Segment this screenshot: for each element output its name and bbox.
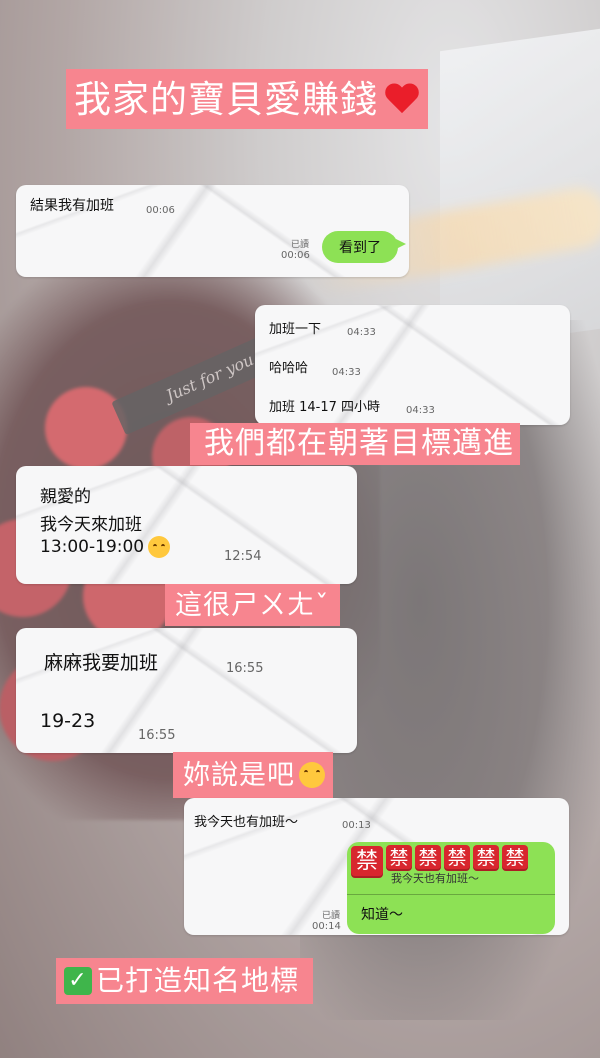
message-text: 哈哈哈: [269, 361, 309, 376]
message-line-3-row: 13:00-19:00: [40, 536, 171, 558]
caption-text: 已打造知名地標: [96, 964, 300, 997]
ban-icon: 禁: [444, 845, 470, 871]
message-text: 麻麻我要加班: [44, 652, 159, 674]
message-time: 12:54: [224, 549, 262, 564]
caption-right: 妳說是吧: [173, 752, 333, 798]
ban-icon: 禁: [502, 845, 528, 871]
caption-shuang: 這很ㄕㄨㄤˇ: [165, 584, 340, 626]
read-receipt: 已讀: [322, 911, 341, 921]
chat-screenshot-2: 加班一下 04:33 哈哈哈 04:33 加班 14-17 四小時 04:33: [255, 305, 570, 425]
message-time: 16:55: [138, 728, 176, 743]
message-time: 04:33: [347, 327, 376, 338]
ban-icon: 禁: [351, 846, 383, 878]
message-time: 04:33: [332, 367, 361, 378]
caption-text: 妳說是吧: [183, 759, 295, 791]
message-line-2: 我今天來加班: [40, 515, 142, 535]
title-caption: 我家的寶貝愛賺錢: [66, 69, 428, 129]
message-time: 04:33: [406, 405, 435, 416]
relieved-face-icon: [299, 762, 325, 788]
reply-bubble: 看到了: [322, 231, 398, 263]
message-text: 19-23: [40, 710, 96, 732]
read-receipt: 已讀: [291, 240, 310, 250]
reply-text: 看到了: [339, 240, 381, 256]
message-line-3: 13:00-19:00: [40, 537, 145, 557]
reply-time: 00:14: [312, 921, 341, 932]
title-text: 我家的寶貝愛賺錢: [74, 77, 378, 121]
ban-icon: 禁: [415, 845, 441, 871]
message-time: 00:13: [342, 820, 371, 831]
chat-screenshot-3: 親愛的 我今天來加班 13:00-19:00 12:54: [16, 466, 357, 584]
chat-screenshot-4: 麻麻我要加班 16:55 19-23 16:55: [16, 628, 357, 753]
red-heart-icon: [384, 82, 420, 116]
reply-bubble-quoted: 禁禁禁禁禁禁 我今天也有加班～ 知道～: [347, 842, 555, 934]
quoted-text: 我今天也有加班～: [391, 872, 479, 885]
message-text: 結果我有加班: [30, 198, 114, 214]
message-text: 加班一下: [269, 322, 322, 337]
chat-screenshot-1: 結果我有加班 00:06 已讀 00:06 看到了: [16, 185, 409, 277]
message-text: 我今天也有加班～: [194, 815, 299, 830]
check-mark-icon: ✓: [64, 967, 92, 995]
caption-text: 我們都在朝著目標邁進: [204, 426, 514, 461]
smiling-face-icon: [148, 536, 171, 558]
ban-icon: 禁: [386, 845, 412, 871]
ban-icon: 禁: [473, 845, 499, 871]
chat-screenshot-5: 我今天也有加班～ 00:13 已讀 00:14 禁禁禁禁禁禁 我今天也有加班～ …: [184, 798, 569, 935]
message-line-1: 親愛的: [40, 487, 91, 507]
caption-text: 這很ㄕㄨㄤˇ: [175, 589, 330, 621]
caption-goal: 我們都在朝著目標邁進: [190, 423, 520, 465]
reply-time: 00:06: [281, 250, 310, 261]
caption-landmark: ✓ 已打造知名地標: [56, 958, 314, 1004]
reply-text: 知道～: [361, 907, 403, 923]
message-time: 16:55: [226, 661, 264, 676]
message-time: 00:06: [146, 205, 175, 216]
message-text: 加班 14-17 四小時: [269, 400, 381, 415]
